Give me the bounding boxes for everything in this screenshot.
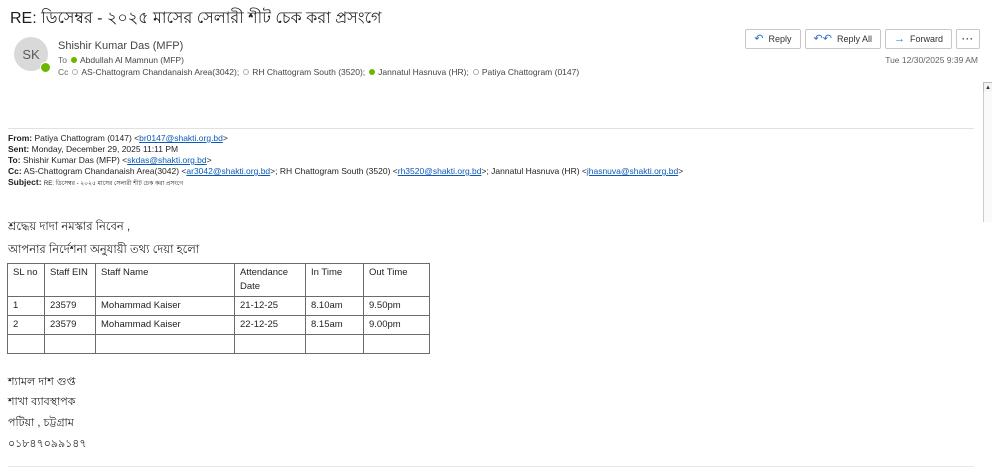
quoted-sent: Sent: Monday, December 29, 2025 11:11 PM bbox=[8, 144, 683, 155]
reply-icon: ↶ bbox=[754, 32, 764, 45]
from-label: From: bbox=[8, 133, 33, 143]
table-cell bbox=[234, 334, 306, 354]
subject-text: RE: ডিসেম্বর - ২০২৫ মাসের সেলারী শীট চেক… bbox=[43, 181, 184, 187]
signature-title: শাখা ব্যাবস্থাপক bbox=[8, 396, 76, 408]
presence-unknown-icon bbox=[243, 69, 250, 75]
reply-all-icon: ↶↶ bbox=[813, 32, 832, 45]
table-cell: 8.10am bbox=[305, 296, 364, 316]
column-header: Attendance Date bbox=[234, 263, 306, 297]
table-cell bbox=[95, 334, 235, 354]
cc-text: >; RH Chattogram South (3520) < bbox=[270, 166, 398, 176]
column-header: Staff EIN bbox=[44, 263, 96, 297]
from-email-link[interactable]: br0147@shakti.org.bd bbox=[139, 133, 223, 143]
table-row bbox=[7, 334, 430, 354]
table-cell bbox=[305, 334, 364, 354]
email-subject: RE: ডিসেম্বর - ২০২৫ মাসের সেলারী শীট চেক… bbox=[10, 10, 382, 27]
quoted-subject: Subject: RE: ডিসেম্বর - ২০২৫ মাসের সেলার… bbox=[8, 177, 683, 190]
cc-line: Cc AS-Chattogram Chandanaish Area(3042);… bbox=[58, 67, 579, 77]
avatar-initials: SK bbox=[22, 46, 40, 62]
table-cell: 22-12-25 bbox=[234, 315, 306, 335]
intro-text: আপনার নির্দেশনা অনুযায়ী তথ্য দেয়া হলো bbox=[8, 244, 200, 256]
reply-all-label: Reply All bbox=[836, 34, 872, 44]
from-text: Patiya Chattogram (0147) < bbox=[34, 133, 140, 143]
table-cell: Mohammad Kaiser bbox=[95, 296, 235, 316]
to-text: Shishir Kumar Das (MFP) < bbox=[22, 155, 128, 165]
table-cell: 1 bbox=[7, 296, 45, 316]
table-cell: 8.15am bbox=[305, 315, 364, 335]
to-email-link[interactable]: skdas@shakti.org.bd bbox=[127, 155, 207, 165]
table-cell: 21-12-25 bbox=[234, 296, 306, 316]
received-datetime: Tue 12/30/2025 9:39 AM bbox=[885, 55, 978, 65]
to-line: To Abdullah Al Mamnun (MFP) bbox=[58, 55, 184, 65]
reply-button[interactable]: ↶ Reply bbox=[745, 29, 801, 49]
presence-unknown-icon bbox=[72, 69, 79, 75]
from-end: > bbox=[222, 133, 228, 143]
column-header: Out Time bbox=[363, 263, 430, 297]
more-actions-button[interactable]: ··· bbox=[956, 29, 980, 49]
cc-label: Cc: bbox=[8, 166, 22, 176]
quoted-header: From: Patiya Chattogram (0147) <br0147@s… bbox=[8, 133, 683, 190]
more-icon: ··· bbox=[962, 34, 974, 44]
quoted-to: To: Shishir Kumar Das (MFP) <skdas@shakt… bbox=[8, 155, 683, 166]
quoted-cc: Cc: AS-Chattogram Chandanaish Area(3042)… bbox=[8, 166, 683, 177]
reply-label: Reply bbox=[768, 34, 792, 44]
cc-email-link[interactable]: rh3520@shakti.org.bd bbox=[398, 166, 482, 176]
column-header: Staff Name bbox=[95, 263, 235, 297]
table-cell: 9.50pm bbox=[363, 296, 430, 316]
signature-name: শ্যামল দাশ গুপ্ত bbox=[8, 376, 76, 388]
forward-icon: → bbox=[893, 32, 905, 45]
cc-recipient[interactable]: Patiya Chattogram (0147) bbox=[482, 67, 579, 77]
presence-available-icon bbox=[369, 69, 376, 75]
signature-location: পটিয়া , চট্টগ্রাম bbox=[8, 417, 74, 429]
cc-text: AS-Chattogram Chandanaish Area(3042) < bbox=[23, 166, 187, 176]
cc-end: > bbox=[678, 166, 684, 176]
table-cell: 9.00pm bbox=[363, 315, 430, 335]
cc-text: >; Jannatul Hasnuva (HR) < bbox=[481, 166, 587, 176]
cc-recipient[interactable]: AS-Chattogram Chandanaish Area(3042); bbox=[81, 67, 239, 77]
sent-label: Sent: bbox=[8, 144, 30, 154]
table-cell: Mohammad Kaiser bbox=[95, 315, 235, 335]
forward-label: Forward bbox=[909, 34, 943, 44]
cc-recipient[interactable]: Jannatul Hasnuva (HR); bbox=[378, 67, 469, 77]
signature-phone: ০১৮৪৭০৯৯১৪৭ bbox=[8, 438, 87, 450]
table-cell: 2 bbox=[7, 315, 45, 335]
table-cell bbox=[44, 334, 96, 354]
to-end: > bbox=[206, 155, 212, 165]
presence-available-icon bbox=[40, 62, 51, 73]
table-cell bbox=[363, 334, 430, 354]
table-row: 1 23579 Mohammad Kaiser 21-12-25 8.10am … bbox=[7, 296, 430, 316]
subject-label: Subject: bbox=[8, 177, 42, 187]
to-label: To bbox=[58, 55, 67, 65]
scrollbar-track[interactable] bbox=[983, 92, 992, 222]
presence-available-icon bbox=[70, 57, 77, 63]
sender-name[interactable]: Shishir Kumar Das (MFP) bbox=[58, 40, 183, 52]
cc-email-link[interactable]: ar3042@shakti.org.bd bbox=[186, 166, 270, 176]
message-actions: ↶ Reply ↶↶ Reply All → Forward ··· bbox=[745, 29, 980, 49]
sent-text: Monday, December 29, 2025 11:11 PM bbox=[31, 144, 179, 154]
column-header: In Time bbox=[305, 263, 364, 297]
cc-email-link[interactable]: jhasnuva@shakti.org.bd bbox=[587, 166, 678, 176]
attendance-table: SL no Staff EIN Staff Name Attendance Da… bbox=[7, 263, 430, 354]
header-divider bbox=[8, 128, 974, 129]
table-cell: 23579 bbox=[44, 296, 96, 316]
to-label: To: bbox=[8, 155, 21, 165]
reply-all-button[interactable]: ↶↶ Reply All bbox=[804, 29, 881, 49]
table-row: 2 23579 Mohammad Kaiser 22-12-25 8.15am … bbox=[7, 315, 430, 335]
quoted-from: From: Patiya Chattogram (0147) <br0147@s… bbox=[8, 133, 683, 144]
presence-unknown-icon bbox=[472, 69, 479, 75]
footer-divider bbox=[8, 466, 974, 467]
to-recipient[interactable]: Abdullah Al Mamnun (MFP) bbox=[80, 55, 184, 65]
forward-button[interactable]: → Forward bbox=[884, 29, 952, 49]
table-header-row: SL no Staff EIN Staff Name Attendance Da… bbox=[7, 263, 430, 297]
table-cell: 23579 bbox=[44, 315, 96, 335]
table-cell bbox=[7, 334, 45, 354]
greeting-text: শ্রদ্ধেয় দাদা নমস্কার নিবেন , bbox=[8, 221, 131, 233]
column-header: SL no bbox=[7, 263, 45, 297]
cc-label: Cc bbox=[58, 67, 69, 77]
cc-recipient[interactable]: RH Chattogram South (3520); bbox=[252, 67, 365, 77]
